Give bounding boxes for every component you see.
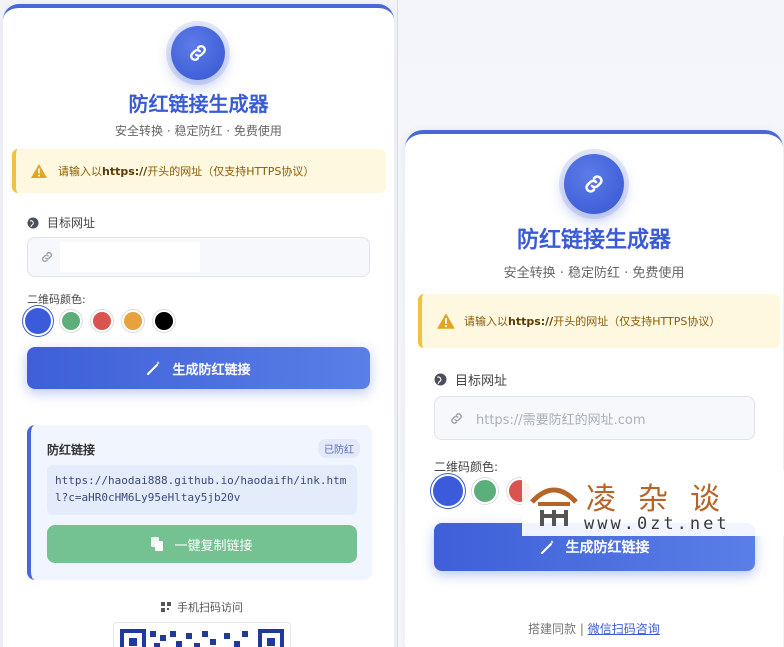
qr-color-label: 二维码颜色:: [27, 293, 86, 306]
qr-label: 手机扫码访问: [161, 599, 243, 615]
page-subtitle: 安全转换 · 稳定防红 · 免费使用: [115, 124, 282, 138]
url-label-text: 目标网址: [455, 374, 508, 389]
notice-highlight: https://: [508, 314, 554, 328]
copy-button-label: 一键复制链接: [174, 538, 253, 554]
color-swatch-red[interactable]: [91, 310, 113, 332]
url-input-field[interactable]: [60, 242, 200, 272]
notice-suffix: 开头的网址（仅支持HTTPS协议）: [553, 315, 721, 328]
footer: 搭建同款 | 微信扫码咨询: [528, 620, 660, 637]
color-swatch-blue[interactable]: [433, 476, 463, 506]
https-notice: 请输入以 https:// 开头的网址（仅支持HTTPS协议）: [418, 294, 780, 348]
watermark-url: www.0zt.net: [584, 514, 730, 534]
color-swatches: [433, 476, 533, 506]
generator-card: 防红链接生成器 安全转换 · 稳定防红 · 免费使用 请输入以 https://…: [3, 4, 394, 647]
qr-color-label: 二维码颜色:: [434, 460, 499, 474]
link-icon: [42, 252, 52, 262]
page-title: 防红链接生成器: [516, 228, 671, 253]
globe-icon: [27, 217, 39, 228]
footer-text: 搭建同款 |: [528, 622, 584, 636]
color-swatch-green[interactable]: [60, 310, 82, 332]
url-label: 目标网址: [27, 214, 95, 231]
qr-code-image: [113, 622, 291, 647]
globe-icon: [434, 373, 447, 386]
warning-icon: [31, 164, 47, 178]
generate-button-label: 生成防红链接: [565, 540, 650, 556]
result-title: 防红链接: [47, 443, 96, 457]
watermark-text: 凌杂谈: [586, 482, 742, 517]
status-badge: 已防红: [318, 439, 360, 458]
copy-icon: [151, 537, 164, 551]
qrcode-icon: [161, 602, 171, 612]
generate-button-label: 生成防红链接: [172, 362, 251, 378]
link-logo-icon: [171, 26, 225, 80]
url-input[interactable]: [27, 237, 370, 277]
generate-button[interactable]: 生成防红链接: [27, 347, 370, 389]
page-title: 防红链接生成器: [128, 92, 269, 116]
color-swatch-orange[interactable]: [122, 310, 144, 332]
color-swatches: [25, 308, 175, 334]
page-subtitle: 安全转换 · 稳定防红 · 免费使用: [503, 266, 685, 281]
link-icon: [451, 412, 462, 424]
watermark: 凌杂谈 www.0zt.net: [522, 470, 784, 536]
generated-link[interactable]: https://haodai888.github.io/haodaifh/ink…: [47, 465, 357, 515]
warning-icon: [437, 313, 455, 329]
https-notice: 请输入以 https:// 开头的网址（仅支持HTTPS协议）: [12, 149, 386, 193]
footer-consult-link[interactable]: 微信扫码咨询: [588, 622, 660, 636]
qr-pattern: [120, 629, 284, 647]
notice-suffix: 开头的网址（仅支持HTTPS协议）: [147, 165, 315, 178]
qr-label-text: 手机扫码访问: [177, 601, 243, 614]
magic-wand-icon: [147, 361, 161, 375]
url-label: 目标网址: [434, 370, 507, 389]
result-card: 防红链接 已防红 https://haodai888.github.io/hao…: [27, 425, 372, 580]
link-logo-icon: [564, 154, 624, 214]
url-placeholder: https://需要防红的网址.com: [476, 412, 646, 428]
copy-link-button[interactable]: 一键复制链接: [47, 525, 357, 563]
left-screenshot-panel: 防红链接生成器 安全转换 · 稳定防红 · 免费使用 请输入以 https://…: [0, 0, 397, 647]
color-swatch-blue[interactable]: [25, 308, 51, 334]
generator-card-mobile: 防红链接生成器 安全转换 · 稳定防红 · 免费使用 请输入以 https://…: [405, 130, 783, 647]
magic-wand-icon: [540, 540, 554, 554]
watermark-logo-icon: [530, 487, 578, 526]
right-screenshot-panel: 防红链接生成器 安全转换 · 稳定防红 · 免费使用 请输入以 https://…: [397, 0, 784, 647]
notice-prefix: 请输入以: [58, 165, 102, 178]
notice-highlight: https://: [102, 164, 148, 178]
url-input[interactable]: https://需要防红的网址.com: [434, 396, 755, 440]
color-swatch-black[interactable]: [153, 310, 175, 332]
url-label-text: 目标网址: [47, 216, 96, 230]
color-swatch-green[interactable]: [472, 478, 498, 504]
notice-prefix: 请输入以: [464, 315, 508, 328]
